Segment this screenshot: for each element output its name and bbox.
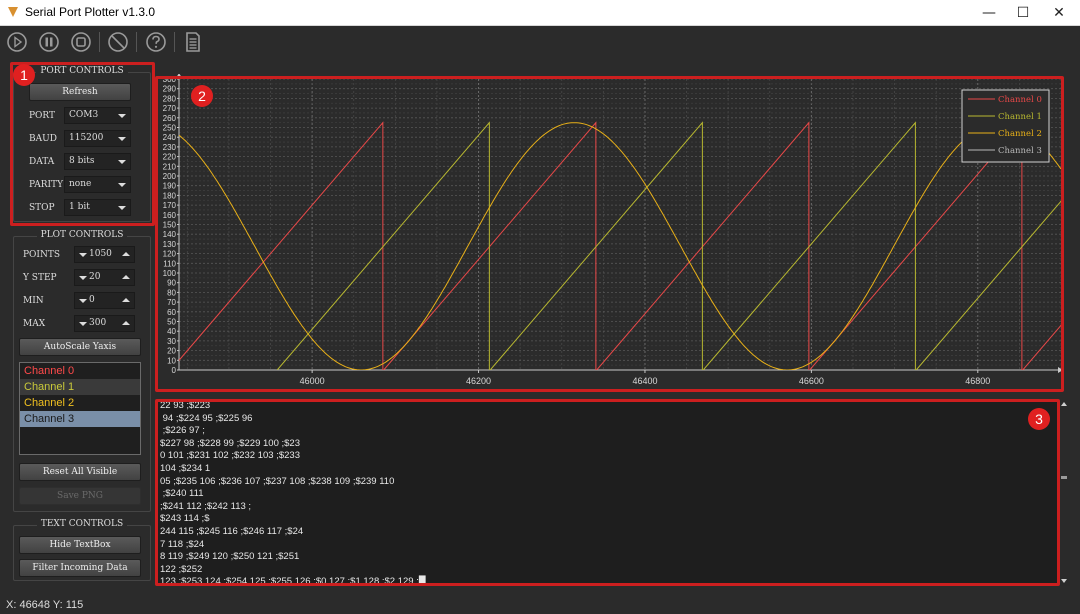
play-icon[interactable]	[6, 31, 28, 53]
filter-data-button[interactable]: Filter Incoming Data	[19, 559, 141, 577]
title-bar: Serial Port Plotter v1.3.0 — ☐ ✕	[0, 0, 1080, 26]
status-bar-coordinates: X: 46648 Y: 115	[6, 599, 84, 611]
ystep-value: 20	[89, 272, 101, 282]
help-icon[interactable]	[145, 31, 167, 53]
badge-1: 1	[13, 64, 35, 86]
max-spinbox[interactable]: 300	[74, 315, 135, 332]
channel-item-2[interactable]: Channel 2	[20, 395, 140, 411]
toolbar-separator	[99, 32, 100, 52]
toolbar-separator	[136, 32, 137, 52]
highlight-box-2	[155, 76, 1064, 392]
decrement-icon[interactable]	[79, 322, 87, 326]
scroll-down-icon[interactable]	[1061, 579, 1067, 583]
increment-icon[interactable]	[122, 298, 130, 302]
max-value: 300	[89, 318, 107, 328]
toolbar	[0, 27, 1080, 57]
increment-icon[interactable]	[122, 275, 130, 279]
autoscale-button[interactable]: AutoScale Yaxis	[19, 338, 141, 356]
save-png-button: Save PNG	[19, 487, 141, 505]
ystep-label: Y STEP	[23, 273, 57, 283]
channel-item-1[interactable]: Channel 1	[20, 379, 140, 395]
increment-icon[interactable]	[122, 321, 130, 325]
min-spinbox[interactable]: 0	[74, 292, 135, 309]
text-controls-title: TEXT CONTROLS	[36, 519, 128, 529]
window-title: Serial Port Plotter v1.3.0	[25, 5, 156, 19]
badge-2: 2	[191, 85, 213, 107]
badge-3: 3	[1028, 408, 1050, 430]
highlight-box-3	[155, 399, 1060, 586]
points-value: 1050	[89, 249, 112, 259]
highlight-box-1	[10, 62, 155, 226]
document-icon[interactable]	[182, 31, 204, 53]
app-icon	[8, 7, 18, 17]
points-spinbox[interactable]: 1050	[74, 246, 135, 263]
scroll-thumb[interactable]	[1061, 476, 1067, 479]
min-value: 0	[89, 295, 95, 305]
decrement-icon[interactable]	[79, 276, 87, 280]
increment-icon[interactable]	[122, 252, 130, 256]
channel-item-3[interactable]: Channel 3	[20, 411, 140, 427]
close-button[interactable]: ✕	[1036, 0, 1080, 26]
scroll-up-icon[interactable]	[1061, 402, 1067, 406]
hide-textbox-button[interactable]: Hide TextBox	[19, 536, 141, 554]
max-label: MAX	[23, 319, 46, 329]
reset-visible-button[interactable]: Reset All Visible	[19, 463, 141, 481]
decrement-icon[interactable]	[79, 253, 87, 257]
clear-icon[interactable]	[107, 31, 129, 53]
toolbar-separator	[174, 32, 175, 52]
min-label: MIN	[23, 296, 44, 306]
stop-icon[interactable]	[70, 31, 92, 53]
pause-icon[interactable]	[38, 31, 60, 53]
channel-list[interactable]: Channel 0 Channel 1 Channel 2 Channel 3	[19, 362, 141, 455]
points-label: POINTS	[23, 250, 61, 260]
decrement-icon[interactable]	[79, 299, 87, 303]
ystep-spinbox[interactable]: 20	[74, 269, 135, 286]
channel-item-0[interactable]: Channel 0	[20, 363, 140, 379]
plot-controls-title: PLOT CONTROLS	[36, 230, 128, 240]
